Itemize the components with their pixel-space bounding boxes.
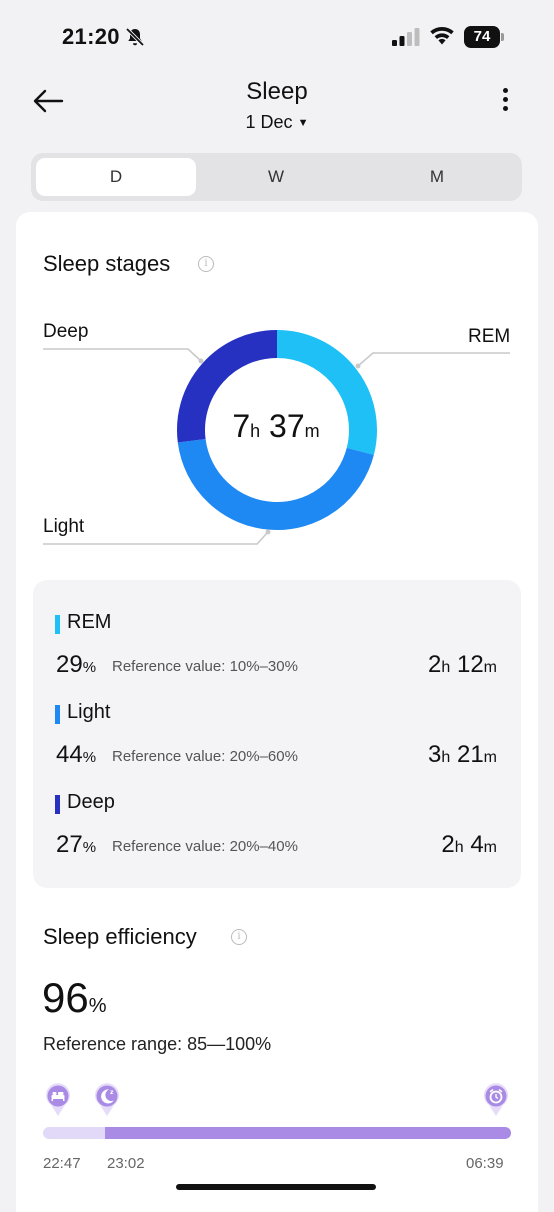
stage-name: Deep (67, 791, 115, 813)
donut-label-light: Light (43, 516, 85, 537)
light-color-bar (55, 705, 60, 724)
battery-level: 74 (464, 26, 500, 48)
stage-percent: 44% (56, 741, 97, 768)
period-tabs: D W M (31, 153, 522, 201)
asleep-time: 23:02 (107, 1155, 145, 1172)
cellular-signal-icon (392, 28, 420, 46)
status-bar: 21:20 74 (0, 0, 554, 70)
stage-name: REM (67, 611, 112, 633)
alarm-icon (484, 1083, 508, 1116)
tab-week[interactable]: W (196, 158, 356, 196)
status-time: 21:20 (62, 24, 120, 49)
tab-month[interactable]: M (357, 158, 517, 196)
wake-time: 06:39 (466, 1155, 504, 1172)
wifi-icon (430, 27, 454, 45)
donut-label-deep: Deep (43, 321, 89, 342)
stage-reference: Reference value: 10%–30% (112, 658, 298, 675)
deep-color-bar (55, 795, 60, 814)
svg-text:z: z (110, 1089, 114, 1096)
stage-duration: 3h 21m (428, 741, 497, 768)
page-title: Sleep (246, 78, 308, 105)
stage-duration: 2h 4m (441, 831, 497, 858)
rem-color-bar (55, 615, 60, 634)
date-label: 1 Dec (245, 112, 293, 132)
stage-reference: Reference value: 20%–60% (112, 748, 298, 765)
moon-icon: z (95, 1083, 119, 1116)
tab-day[interactable]: D (36, 158, 196, 196)
muted-bell-icon (125, 27, 145, 47)
total-sleep-time: 7h 37m (232, 408, 320, 444)
sleep-efficiency-title: Sleep efficiency (43, 924, 197, 949)
stage-breakdown: REM 29% Reference value: 10%–30% 2h 12m … (33, 580, 521, 888)
more-options-icon[interactable] (494, 88, 516, 118)
header: Sleep 1 Dec ▼ (0, 70, 554, 150)
sleep-efficiency-reference: Reference range: 85—100% (43, 1034, 272, 1054)
stage-row-rem: REM 29% Reference value: 10%–30% 2h 12m (33, 611, 521, 701)
stage-duration: 2h 12m (428, 651, 497, 678)
sleep-stages-title: Sleep stages (43, 251, 171, 276)
battery-icon: 74 (464, 26, 506, 48)
donut-label-rem: REM (468, 326, 511, 347)
sleep-stages-info-icon[interactable]: i (198, 256, 214, 272)
sleep-timeline: z 22:47 23:02 06:39 (0, 1080, 554, 1180)
sleep-timeline-track (43, 1127, 511, 1139)
stage-reference: Reference value: 20%–40% (112, 838, 298, 855)
home-indicator[interactable] (176, 1184, 376, 1190)
caret-down-icon: ▼ (297, 117, 309, 129)
stage-row-deep: Deep 27% Reference value: 20%–40% 2h 4m (33, 791, 521, 881)
sleep-efficiency-info-icon[interactable]: i (231, 929, 247, 945)
bed-icon (46, 1083, 70, 1116)
sleep-efficiency-value: 96% (42, 974, 107, 1021)
bed-time: 22:47 (43, 1155, 81, 1172)
stage-percent: 29% (56, 651, 97, 678)
sleep-timeline-asleep-fill (105, 1127, 511, 1139)
stage-name: Light (67, 701, 111, 723)
stage-row-light: Light 44% Reference value: 20%–60% 3h 21… (33, 701, 521, 791)
date-selector[interactable]: 1 Dec ▼ (0, 112, 554, 133)
stage-percent: 27% (56, 831, 97, 858)
